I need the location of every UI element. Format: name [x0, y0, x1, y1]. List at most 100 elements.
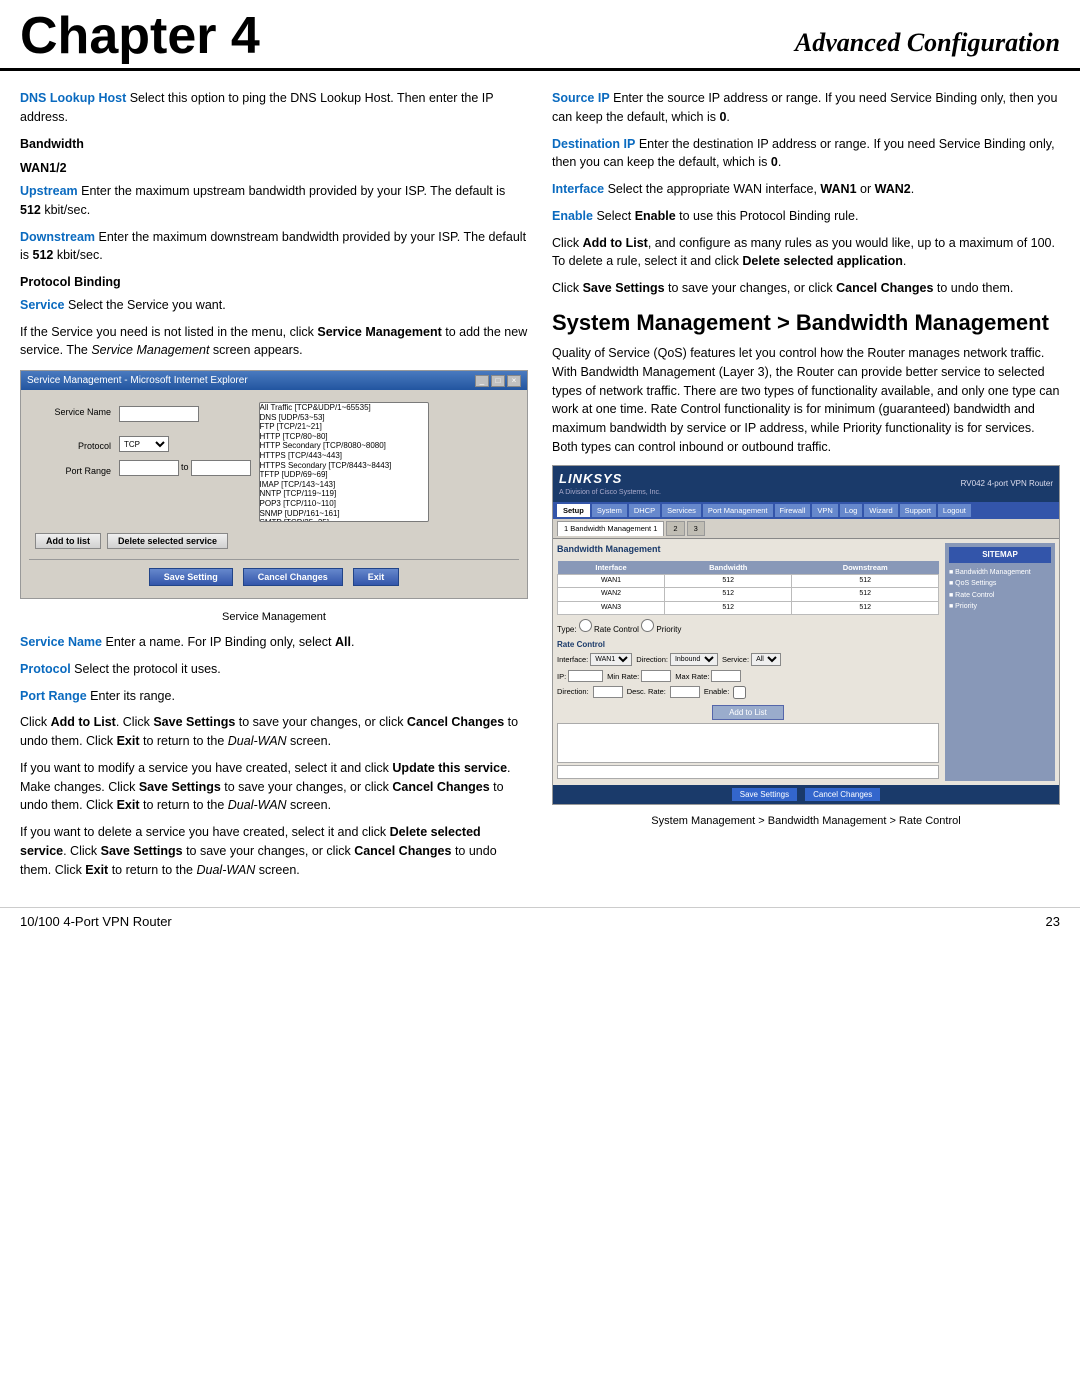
- add-to-list-note: Click: [552, 236, 583, 250]
- rate-control-radio[interactable]: [579, 619, 592, 632]
- screenshot-title-text: Service Management - Microsoft Internet …: [27, 373, 248, 388]
- nav-system[interactable]: System: [592, 504, 627, 517]
- linksys-model: RV042 4-port VPN Router: [961, 478, 1053, 490]
- sitemap-item-4: ■ Priority: [949, 601, 1051, 612]
- nav-services[interactable]: Services: [662, 504, 701, 517]
- nav-support[interactable]: Support: [900, 504, 936, 517]
- subtab-bw1[interactable]: 1 Bandwidth Management 1: [557, 521, 664, 536]
- linksys-caption: System Management > Bandwidth Management…: [552, 813, 1060, 830]
- linksys-body: Bandwidth Management Interface Bandwidth…: [553, 539, 1059, 785]
- rc-enable-checkbox[interactable]: [733, 686, 746, 699]
- linksys-logo: LINKSYS A Division of Cisco Systems, Inc…: [559, 469, 661, 499]
- upstream-bold: 512: [20, 203, 41, 217]
- lk-save-settings-button[interactable]: Save Settings: [732, 788, 797, 801]
- svc-name-all: All: [335, 635, 351, 649]
- nav-firewall[interactable]: Firewall: [775, 504, 811, 517]
- priority-radio[interactable]: [641, 619, 654, 632]
- sitemap-item-1: ■ Bandwidth Management: [949, 567, 1051, 578]
- sitemap-item-3: ■ Rate Control: [949, 590, 1051, 601]
- dest-ip-term: Destination IP: [552, 137, 635, 151]
- subtab-2[interactable]: 2: [666, 521, 684, 536]
- interface-para: Interface Select the appropriate WAN int…: [552, 180, 1060, 199]
- service-mgmt-bold: Service Management: [317, 325, 441, 339]
- sitemap-content: ■ Bandwidth Management ■ QoS Settings ■ …: [949, 567, 1051, 612]
- page-footer: 10/100 4-Port VPN Router 23: [0, 907, 1080, 935]
- service-term: Service: [20, 298, 64, 312]
- service-italic: Service Management: [91, 343, 209, 357]
- rc-interface-label: Interface:: [557, 654, 588, 665]
- save-setting-button[interactable]: Save Setting: [149, 568, 233, 586]
- priority-label: Priority: [656, 625, 681, 634]
- rc-enable-label: Enable:: [704, 686, 729, 699]
- modify-note-para: If you want to modify a service you have…: [20, 759, 528, 815]
- exit-bold3: Exit: [85, 863, 108, 877]
- nav-port[interactable]: Port Management: [703, 504, 773, 517]
- wan-heading: WAN1/2: [20, 159, 528, 178]
- delete-service-button[interactable]: Delete selected service: [107, 533, 228, 549]
- protocol-select[interactable]: TCP: [119, 436, 169, 452]
- dest-ip-text2: .: [778, 155, 781, 169]
- lk-cancel-changes-button[interactable]: Cancel Changes: [805, 788, 880, 801]
- service-listbox[interactable]: All Traffic [TCP&UDP/1~65535]DNS [UDP/53…: [259, 402, 429, 522]
- port-range-para: Port Range Enter its range.: [20, 687, 528, 706]
- nav-dhcp[interactable]: DHCP: [629, 504, 660, 517]
- service-management-screenshot: Service Management - Microsoft Internet …: [20, 370, 528, 599]
- service-name-para: Service Name Enter a name. For IP Bindin…: [20, 633, 528, 652]
- linksys-subtabs: 1 Bandwidth Management 1 2 3: [553, 519, 1059, 539]
- nav-vpn[interactable]: VPN: [812, 504, 837, 517]
- delete-note3: to save your changes, or click: [183, 844, 355, 858]
- rc-desc-input[interactable]: [670, 686, 700, 698]
- service-listbox-container: All Traffic [TCP&UDP/1~65535]DNS [UDP/53…: [259, 402, 517, 525]
- click-add3: to save your changes, or click: [235, 715, 407, 729]
- service-note-para: If the Service you need is not listed in…: [20, 323, 528, 361]
- interface-term: Interface: [552, 182, 604, 196]
- source-ip-term: Source IP: [552, 91, 610, 105]
- screenshot-button-row: Save Setting Cancel Changes Exit: [29, 568, 519, 586]
- delete-note5: to return to the: [108, 863, 196, 877]
- wan2-bold: WAN2: [875, 182, 911, 196]
- save-settings-note: Click: [552, 281, 583, 295]
- port-range-start[interactable]: [119, 460, 179, 476]
- rc-maxrate-input[interactable]: [711, 670, 741, 682]
- col-bandwidth: Bandwidth: [665, 561, 792, 575]
- exit-button[interactable]: Exit: [353, 568, 400, 586]
- subtab-3[interactable]: 3: [687, 521, 705, 536]
- linksys-screenshot: LINKSYS A Division of Cisco Systems, Inc…: [552, 465, 1060, 806]
- table-row: WAN3 512 512: [558, 601, 939, 615]
- rc-ip-input[interactable]: [568, 670, 603, 682]
- nav-setup[interactable]: Setup: [557, 504, 590, 517]
- add-to-list-button[interactable]: Add to list: [35, 533, 101, 549]
- cancel-changes-button[interactable]: Cancel Changes: [243, 568, 343, 586]
- service-name-input[interactable]: [119, 406, 199, 422]
- exit-bold-left: Exit: [117, 734, 140, 748]
- lk-add-to-list-button[interactable]: Add to List: [712, 705, 784, 720]
- cell-bw3: 512: [665, 601, 792, 615]
- delete-note6: screen.: [255, 863, 299, 877]
- rc-minrate-input[interactable]: [641, 670, 671, 682]
- cancel-changes-bold3: Cancel Changes: [354, 844, 451, 858]
- port-range-end[interactable]: [191, 460, 251, 476]
- enable-bold: Enable: [635, 209, 676, 223]
- rc-service-label: Service:: [722, 654, 749, 665]
- dest-ip-para: Destination IP Enter the destination IP …: [552, 135, 1060, 173]
- screenshot-caption: Service Management: [20, 609, 528, 626]
- nav-log[interactable]: Log: [840, 504, 863, 517]
- nav-wizard[interactable]: Wizard: [864, 504, 897, 517]
- rc-direction2-input[interactable]: [593, 686, 623, 698]
- interface-text3: .: [911, 182, 914, 196]
- rc-direction-select[interactable]: Inbound: [670, 653, 718, 666]
- bw-type-row: Type: Rate Control Priority: [557, 619, 939, 636]
- rc-bottom-bar: [557, 765, 939, 779]
- dns-lookup-para: DNS Lookup Host Select this option to pi…: [20, 89, 528, 127]
- qos-text: Quality of Service (QoS) features let yo…: [552, 344, 1060, 457]
- click-add-text: Click: [20, 715, 51, 729]
- rc-interface-select[interactable]: WAN1: [590, 653, 632, 666]
- rc-ip-label: IP:: [557, 671, 566, 682]
- rc-direction2-label: Direction:: [557, 686, 589, 699]
- service-text: Select the Service you want.: [64, 298, 225, 312]
- nav-logout[interactable]: Logout: [938, 504, 971, 517]
- rc-service-select[interactable]: All: [751, 653, 781, 666]
- delete-note: If you want to delete a service you have…: [20, 825, 390, 839]
- minimize-icon: _: [475, 375, 489, 387]
- cancel-changes-bold2: Cancel Changes: [392, 780, 489, 794]
